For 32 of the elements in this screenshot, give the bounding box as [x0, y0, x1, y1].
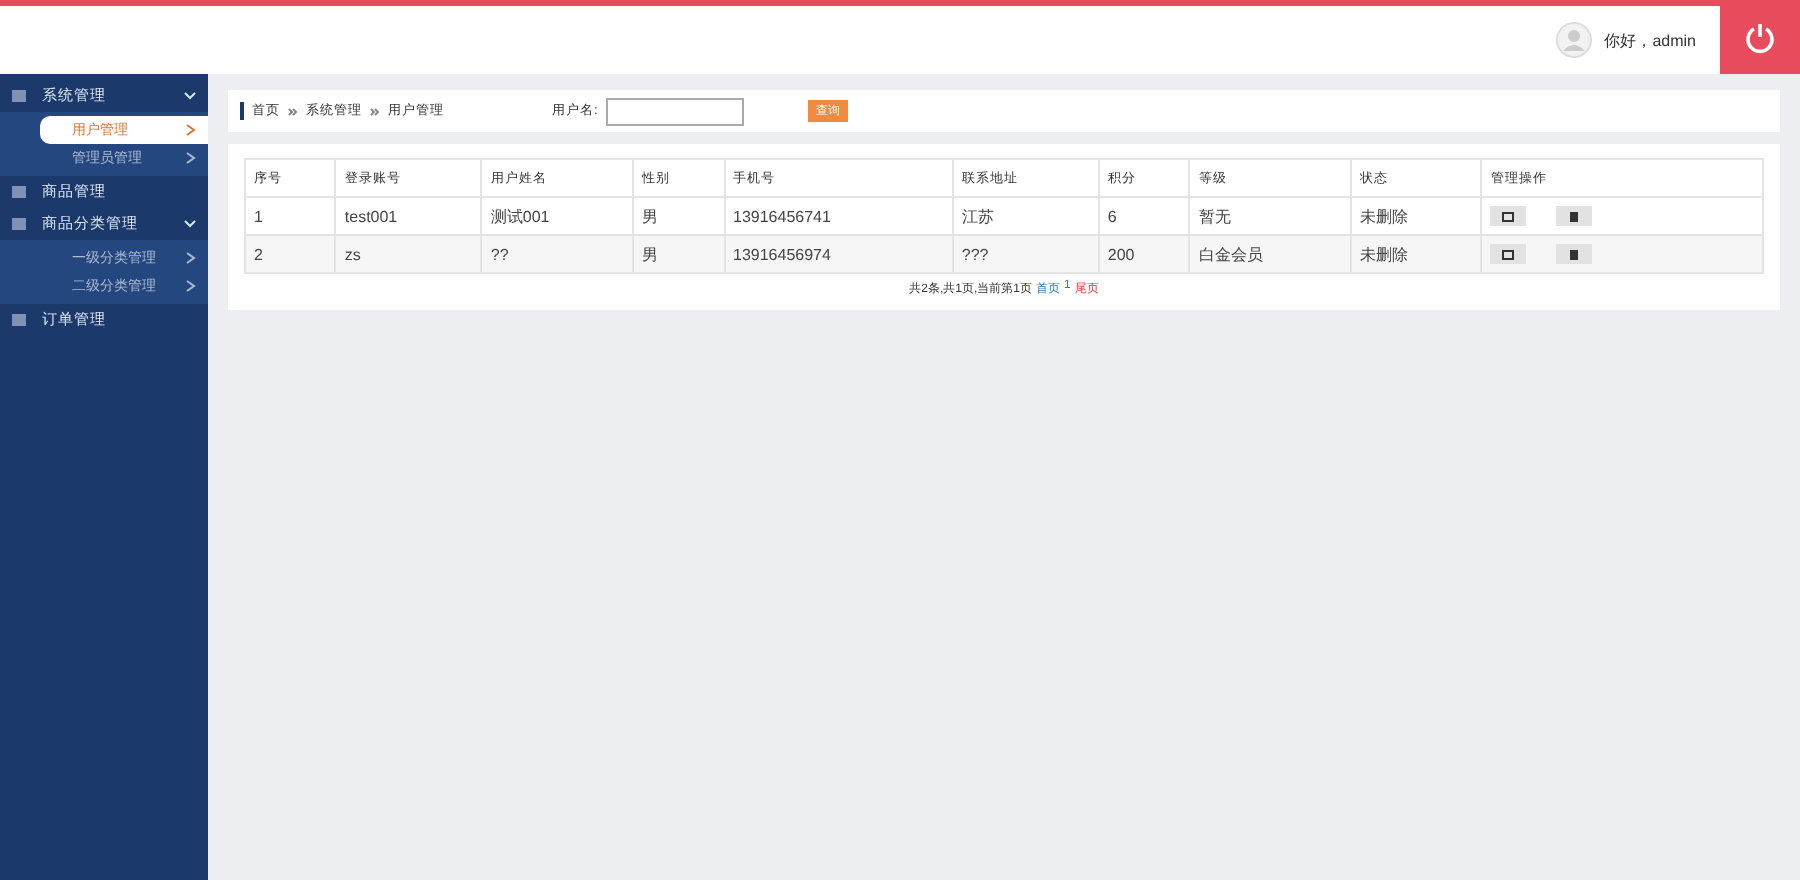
power-icon [1744, 21, 1776, 53]
edit-button[interactable] [1490, 244, 1527, 264]
delete-button[interactable] [1555, 244, 1592, 264]
table-cell: ??? [952, 235, 1099, 273]
table-cell: ?? [481, 235, 634, 273]
table-cell: 2 [245, 235, 336, 273]
table-cell: 200 [1098, 235, 1190, 273]
table-cell: 男 [633, 235, 724, 273]
table-cell: zs [335, 235, 482, 273]
trash-icon [1569, 249, 1578, 259]
power-button[interactable] [1720, 0, 1800, 74]
menu-icon [12, 186, 26, 198]
separator-icon [288, 107, 298, 115]
edit-icon [1502, 211, 1515, 221]
separator-icon [370, 107, 380, 115]
chevron-right-icon [186, 152, 196, 164]
menu-icon [12, 90, 26, 102]
chevron-right-icon [186, 252, 196, 264]
user-greeting: 你好，admin [1604, 29, 1696, 51]
user-avatar-icon [1556, 22, 1593, 58]
menu-icon [12, 218, 26, 230]
username-field[interactable] [605, 97, 744, 125]
delete-button[interactable] [1555, 206, 1592, 226]
edit-icon [1502, 249, 1515, 259]
table-cell: 白金会员 [1189, 235, 1352, 273]
trash-icon [1569, 211, 1578, 221]
table-cell: 未删除 [1351, 235, 1482, 273]
edit-button[interactable] [1490, 206, 1527, 226]
table-cell: 13916456974 [724, 235, 953, 273]
chevron-right-icon [186, 124, 196, 136]
menu-icon [12, 314, 26, 326]
chevron-right-icon [186, 280, 196, 292]
